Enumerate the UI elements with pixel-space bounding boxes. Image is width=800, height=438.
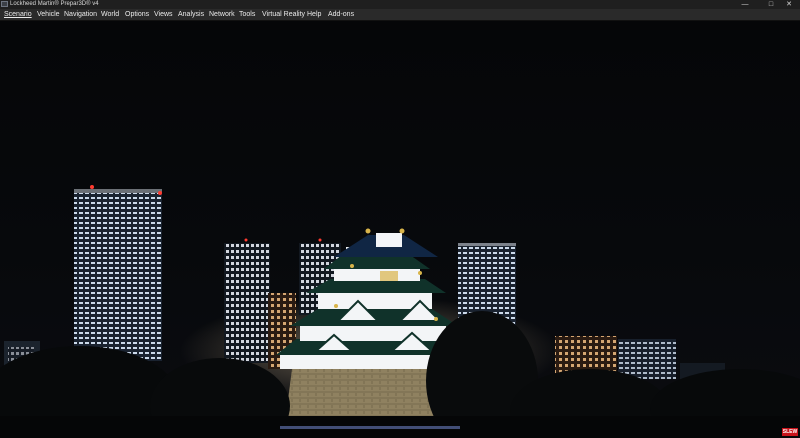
- menu-scenario[interactable]: Scenario: [3, 9, 33, 20]
- minimize-button[interactable]: —: [734, 0, 756, 9]
- title-bar: Lockheed Martin® Prepar3D® v4 — □ ✕: [0, 0, 800, 9]
- menu-tools[interactable]: Tools: [238, 9, 256, 20]
- menu-vehicle[interactable]: Vehicle: [36, 9, 61, 20]
- menu-virtual-reality[interactable]: Virtual Reality: [261, 9, 306, 20]
- osaka-castle-night-scene: [0, 185, 800, 438]
- app-icon: [1, 1, 8, 7]
- window-title: Lockheed Martin® Prepar3D® v4: [10, 1, 99, 7]
- menu-world[interactable]: World: [100, 9, 120, 20]
- menu-help[interactable]: Help: [306, 9, 322, 20]
- menu-bar: Scenario Vehicle Navigation World Option…: [0, 9, 800, 21]
- slew-mode-badge: SLEW: [782, 428, 798, 436]
- menu-views[interactable]: Views: [153, 9, 174, 20]
- simulator-3d-viewport[interactable]: SLEW: [0, 21, 800, 438]
- menu-navigation[interactable]: Navigation: [63, 9, 98, 20]
- close-button[interactable]: ✕: [778, 0, 800, 9]
- menu-options[interactable]: Options: [124, 9, 150, 20]
- menu-analysis[interactable]: Analysis: [177, 9, 205, 20]
- menu-network[interactable]: Network: [208, 9, 236, 20]
- menu-addons[interactable]: Add-ons: [327, 9, 355, 20]
